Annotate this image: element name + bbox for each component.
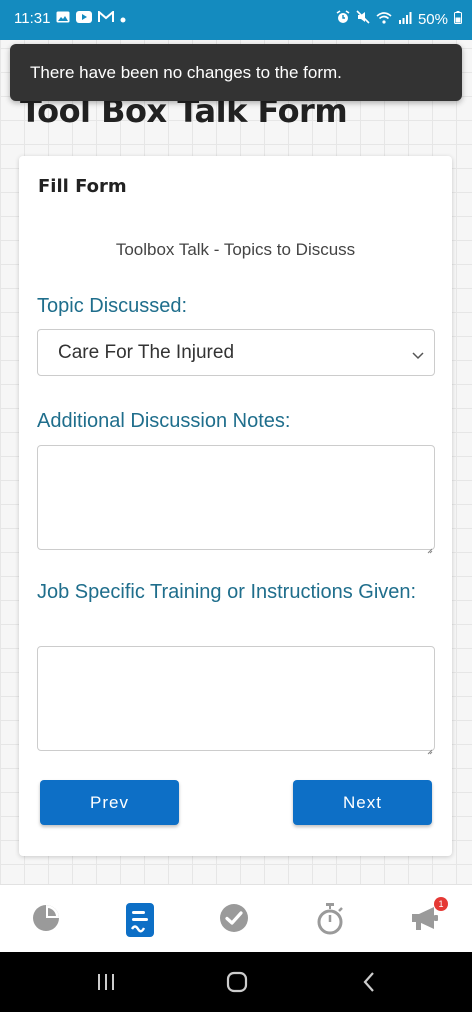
home-icon[interactable] (226, 971, 248, 998)
pie-chart-icon (30, 905, 62, 938)
form-document-icon (124, 903, 156, 942)
battery-percent: 50% (417, 10, 448, 28)
megaphone-icon (408, 907, 440, 938)
system-nav-bar (0, 952, 472, 1012)
recent-apps-icon[interactable] (96, 972, 116, 997)
toast-notification: There have been no changes to the form. (10, 44, 462, 101)
nav-timer[interactable] (314, 902, 348, 936)
check-circle-icon (218, 904, 250, 938)
notification-badge: 1 (434, 897, 448, 911)
notes-textarea[interactable] (37, 445, 435, 550)
toast-message: There have been no changes to the form. (30, 63, 342, 82)
stopwatch-icon (314, 903, 346, 940)
back-icon[interactable] (362, 971, 376, 998)
signal-icon (398, 11, 412, 28)
training-textarea[interactable] (37, 646, 435, 751)
topic-label: Topic Discussed: (37, 295, 188, 317)
status-bar: 11:31 50% (0, 0, 472, 40)
card-title: Fill Form (38, 176, 127, 197)
topic-selected-value: Care For The Injured (58, 342, 235, 363)
gmail-icon (98, 9, 115, 27)
dot-icon (120, 10, 126, 27)
form-card: Fill Form Toolbox Talk - Topics to Discu… (19, 156, 452, 856)
nav-announcements[interactable]: 1 (408, 897, 448, 938)
status-time: 11:31 (14, 10, 51, 27)
chevron-down-icon (412, 347, 424, 365)
wifi-icon (376, 11, 392, 28)
section-subtitle: Toolbox Talk - Topics to Discuss (115, 240, 356, 259)
image-icon (56, 10, 70, 27)
alarm-icon (336, 10, 350, 28)
next-button[interactable]: Next (293, 780, 432, 825)
training-label: Job Specific Training or Instructions Gi… (37, 581, 417, 603)
nav-dashboard[interactable] (30, 902, 64, 936)
nav-forms[interactable] (124, 902, 158, 937)
nav-completed[interactable] (218, 902, 252, 936)
notes-label: Additional Discussion Notes: (37, 410, 291, 432)
topic-select[interactable]: Care For The Injured (37, 329, 435, 376)
youtube-icon (76, 10, 93, 27)
bottom-nav: 1 (0, 884, 472, 953)
battery-icon (454, 10, 462, 28)
prev-button[interactable]: Prev (40, 780, 179, 825)
mute-icon (356, 10, 370, 28)
